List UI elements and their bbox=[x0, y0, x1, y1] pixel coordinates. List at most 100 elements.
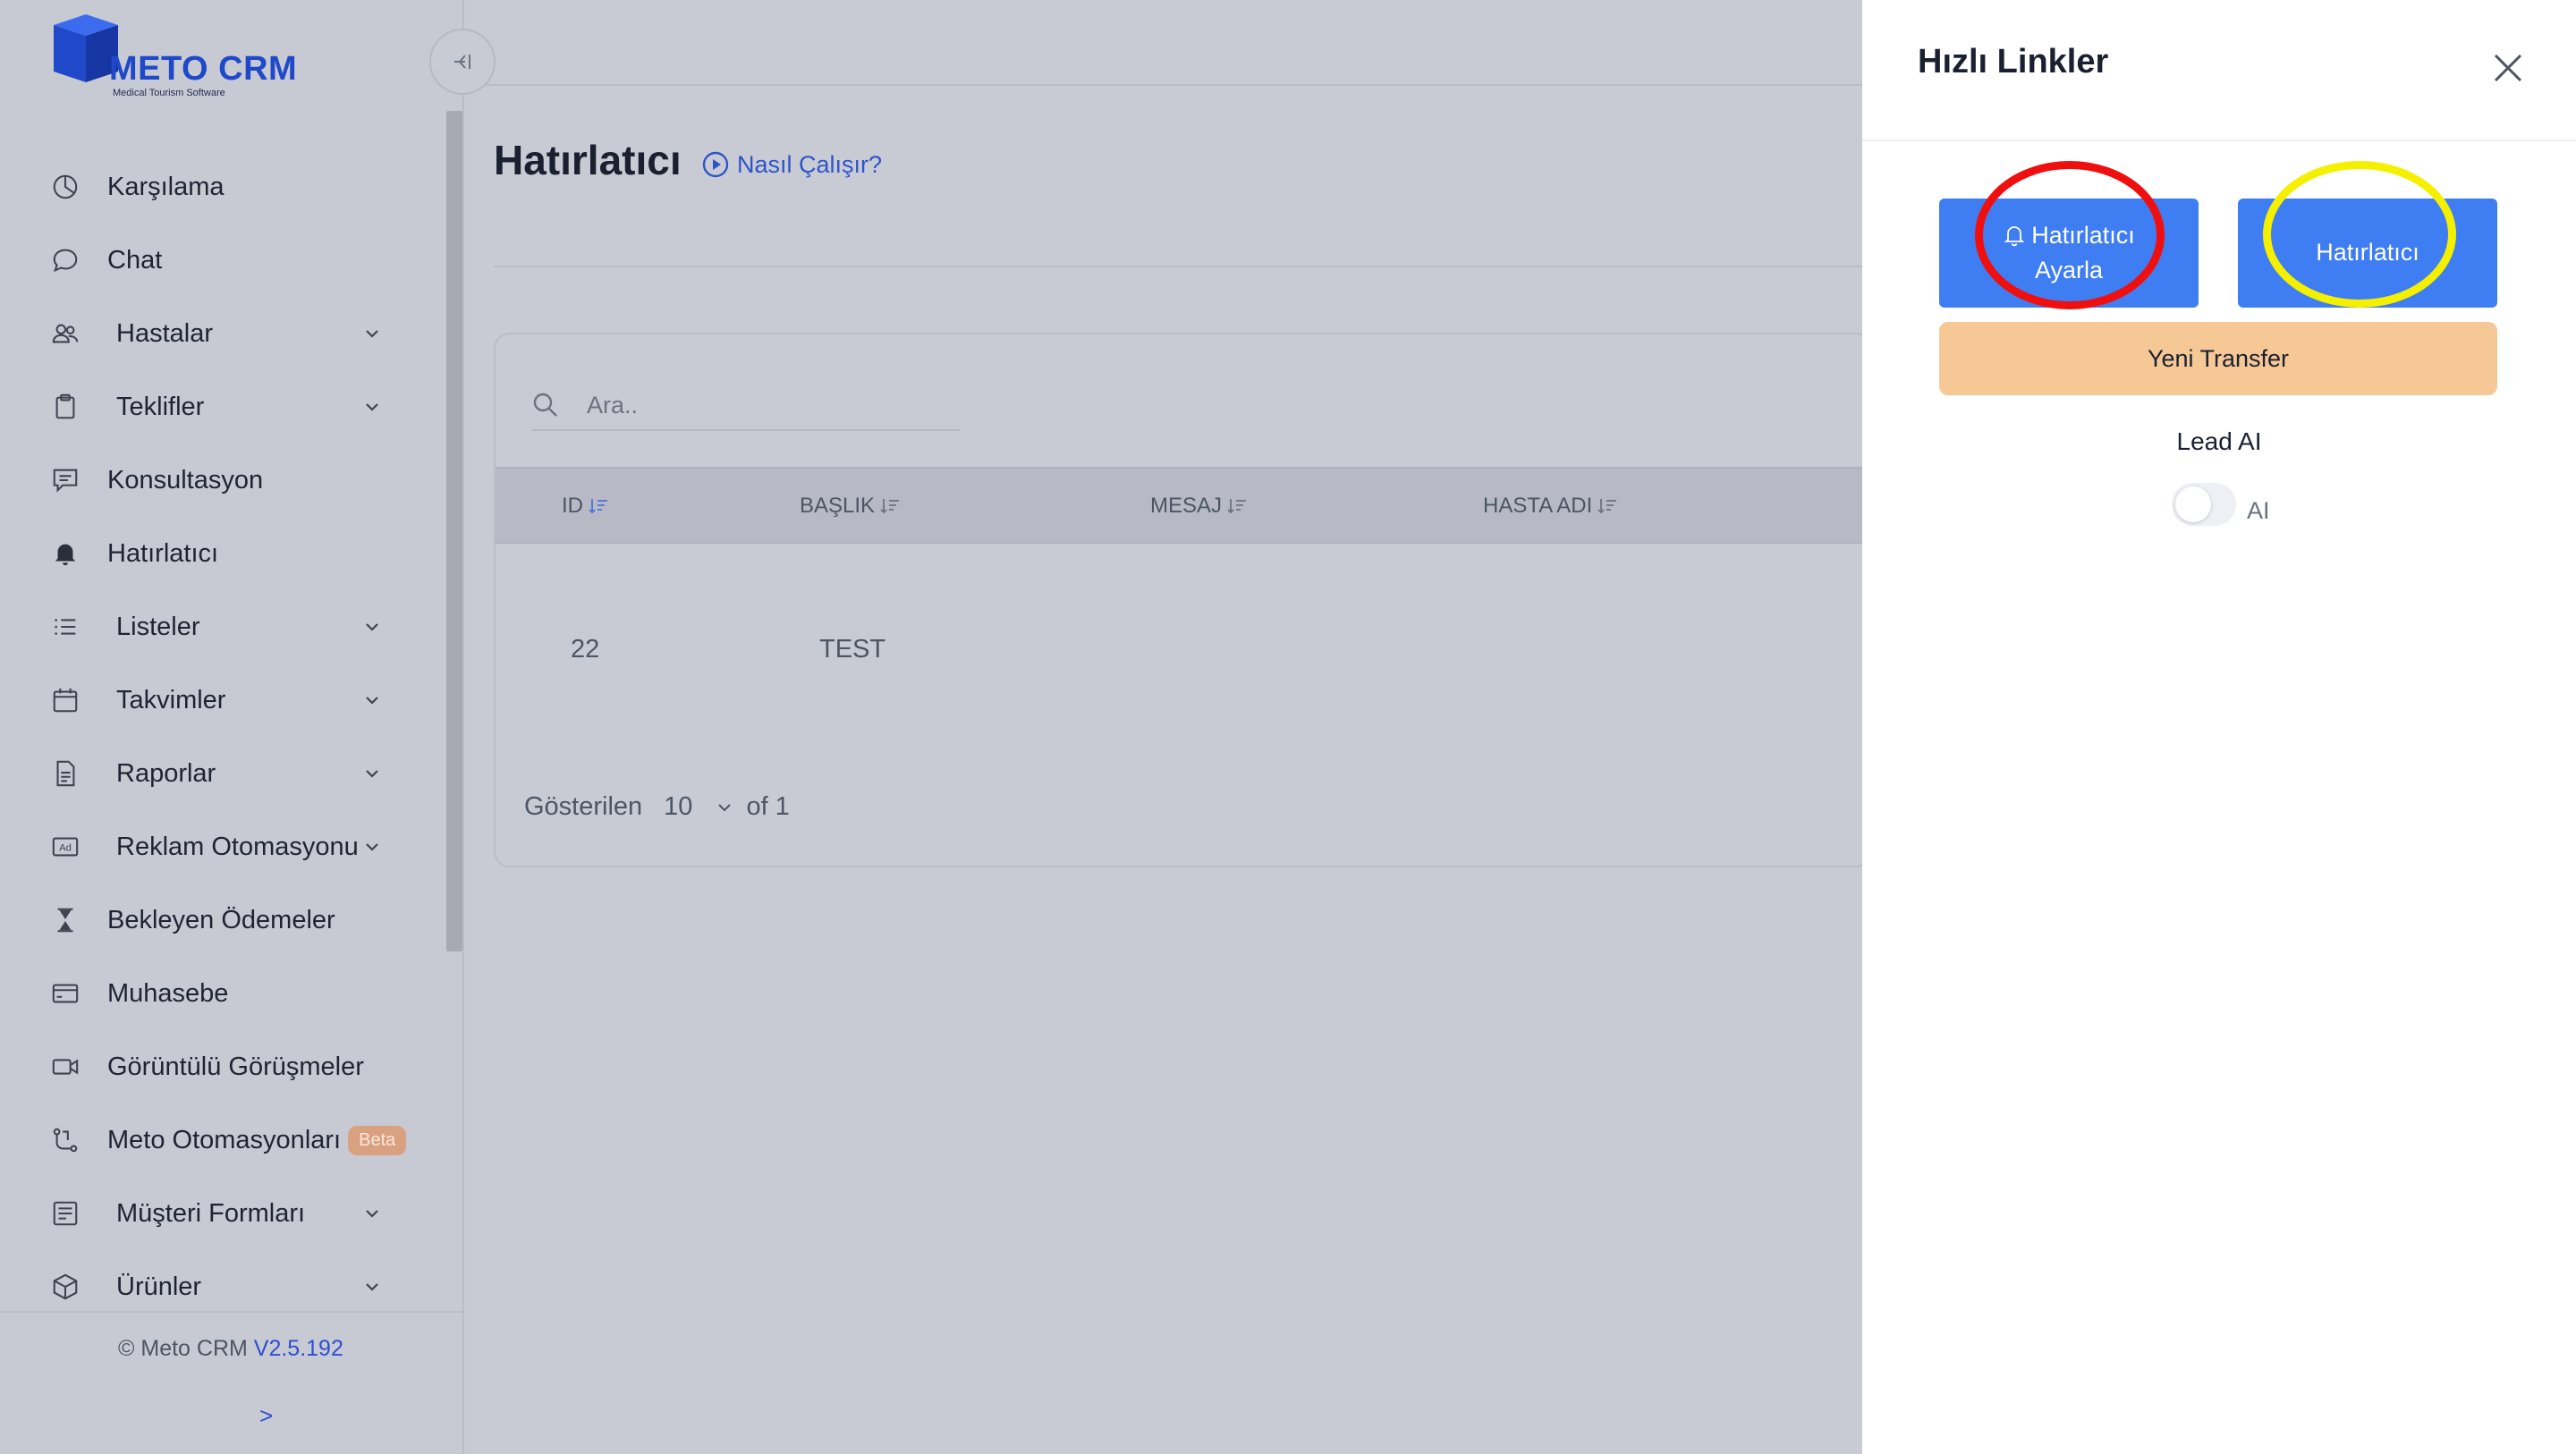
reminders-button-label: Hatırlatıcı bbox=[2316, 239, 2419, 266]
sidebar-item-calendar[interactable]: Takvimler bbox=[0, 664, 447, 737]
sidebar-item-list[interactable]: Listeler bbox=[0, 590, 447, 664]
sidebar-item-label: Hastalar bbox=[116, 318, 213, 348]
column-header-label: MESAJ bbox=[1150, 494, 1223, 518]
sort-icon bbox=[880, 499, 900, 514]
sidebar-item-document[interactable]: Raporlar bbox=[0, 737, 447, 810]
brand-name: METO CRM bbox=[109, 50, 298, 88]
column-header-patient-name[interactable]: HASTA ADI bbox=[1483, 494, 1617, 519]
chevron-down-icon[interactable] bbox=[360, 1201, 385, 1226]
sidebar-item-label: Takvimler bbox=[116, 685, 226, 714]
hourglass-icon bbox=[50, 905, 80, 935]
reminders-button[interactable]: Hatırlatıcı bbox=[2238, 199, 2497, 308]
how-it-works-link[interactable]: Nasıl Çalışır? bbox=[701, 150, 882, 179]
sidebar: METO CRM Medical Tourism Software Karşıl… bbox=[0, 0, 464, 1454]
sidebar-item-form[interactable]: Müşteri Formları bbox=[0, 1177, 447, 1250]
sidebar-item-label: Listeler bbox=[116, 612, 200, 641]
message-square-icon bbox=[50, 465, 80, 495]
toggle-knob bbox=[2175, 486, 2211, 522]
column-header-label: ID bbox=[562, 494, 583, 518]
chevron-down-icon[interactable] bbox=[360, 1274, 385, 1299]
search-bar bbox=[531, 381, 961, 431]
sidebar-item-flow[interactable]: Meto Otomasyonları Beta bbox=[0, 1103, 447, 1177]
sidebar-item-credit-card[interactable]: Muhasebe bbox=[0, 957, 447, 1030]
column-header-title[interactable]: BAŞLIK bbox=[800, 494, 900, 519]
sidebar-item-label: Müşteri Formları bbox=[116, 1198, 306, 1228]
calendar-icon bbox=[50, 685, 80, 715]
chevron-down-icon[interactable] bbox=[360, 834, 385, 859]
reminders-table-card: ID BAŞLIK MESAJ HASTA ADI 22 TEST Göster… bbox=[494, 333, 1871, 867]
sidebar-item-hourglass[interactable]: Bekleyen Ödemeler bbox=[0, 883, 447, 957]
set-reminder-label-1: Hatırlatıcı bbox=[2031, 221, 2135, 249]
ad-icon: Ad bbox=[50, 832, 80, 862]
sidebar-item-label: Ürünler bbox=[116, 1272, 202, 1301]
users-icon bbox=[50, 318, 80, 349]
list-icon bbox=[50, 612, 80, 642]
column-header-message[interactable]: MESAJ bbox=[1150, 494, 1247, 519]
cell-title: TEST bbox=[819, 635, 886, 664]
chevron-down-icon[interactable] bbox=[360, 614, 385, 639]
topbar-divider bbox=[464, 84, 1862, 86]
quick-links-title: Hızlı Linkler bbox=[1918, 43, 2109, 80]
sidebar-item-ad[interactable]: Ad Reklam Otomasyonu bbox=[0, 810, 447, 883]
brand-tagline: Medical Tourism Software bbox=[113, 88, 225, 98]
new-transfer-button[interactable]: Yeni Transfer bbox=[1939, 322, 2497, 395]
brand-logo[interactable]: METO CRM Medical Tourism Software bbox=[50, 13, 318, 102]
sidebar-item-users[interactable]: Hastalar bbox=[0, 297, 447, 370]
sort-icon bbox=[589, 499, 607, 514]
close-icon[interactable] bbox=[2488, 48, 2528, 88]
pagination: Gösterilen 10 of 1 bbox=[524, 792, 790, 822]
ai-toggle[interactable] bbox=[2172, 483, 2236, 526]
chevron-down-icon[interactable] bbox=[360, 688, 385, 713]
chat-bubble-icon bbox=[50, 245, 80, 275]
sort-icon bbox=[1597, 499, 1617, 514]
sidebar-item-chat-bubble[interactable]: Chat bbox=[0, 224, 447, 297]
sidebar-item-dashboard[interactable]: Karşılama bbox=[0, 150, 447, 224]
sidebar-item-label: Bekleyen Ödemeler bbox=[107, 905, 335, 934]
how-it-works-label: Nasıl Çalışır? bbox=[737, 150, 883, 178]
version-link[interactable]: V2.5.192 bbox=[254, 1336, 343, 1361]
collapse-left-icon bbox=[454, 55, 470, 69]
bell-icon bbox=[50, 538, 80, 569]
sidebar-item-label: Hatırlatıcı bbox=[107, 538, 219, 568]
sidebar-collapse-button[interactable] bbox=[429, 29, 496, 95]
set-reminder-label-2: Ayarla bbox=[2034, 257, 2104, 283]
sidebar-item-label: Teklifler bbox=[116, 392, 205, 421]
copyright-text: © Meto CRM bbox=[118, 1336, 248, 1361]
clipboard-icon bbox=[50, 392, 80, 422]
panel-divider bbox=[1862, 139, 2576, 141]
sidebar-item-video[interactable]: Görüntülü Görüşmeler bbox=[0, 1030, 447, 1103]
chevron-down-icon[interactable] bbox=[716, 799, 733, 816]
set-reminder-button[interactable]: Hatırlatıcı Ayarla bbox=[1939, 199, 2199, 308]
column-header-label: HASTA ADI bbox=[1483, 494, 1593, 518]
sidebar-item-label: Konsultasyon bbox=[107, 465, 264, 495]
sidebar-expand-button[interactable]: > bbox=[259, 1402, 273, 1430]
sidebar-item-label: Reklam Otomasyonu bbox=[116, 832, 359, 861]
ai-toggle-label: AI bbox=[2247, 497, 2270, 524]
search-input[interactable] bbox=[587, 391, 927, 419]
cell-id: 22 bbox=[571, 635, 600, 664]
sidebar-scrollbar[interactable] bbox=[446, 111, 462, 951]
play-circle-icon bbox=[702, 151, 729, 178]
sidebar-item-message-square[interactable]: Konsultasyon bbox=[0, 444, 447, 517]
chevron-down-icon[interactable] bbox=[360, 761, 385, 786]
search-icon bbox=[533, 393, 557, 417]
chevron-down-icon[interactable] bbox=[360, 321, 385, 346]
sidebar-item-label: Muhasebe bbox=[107, 978, 229, 1008]
column-header-label: BAŞLIK bbox=[800, 494, 876, 518]
chevron-down-icon[interactable] bbox=[360, 394, 385, 419]
bell-outline-icon bbox=[2004, 226, 2025, 247]
document-icon bbox=[50, 758, 80, 789]
page-size-select[interactable]: 10 bbox=[664, 792, 692, 822]
copyright: © Meto CRM V2.5.192 bbox=[118, 1336, 343, 1362]
sidebar-item-label: Raporlar bbox=[116, 758, 216, 788]
sidebar-item-clipboard[interactable]: Teklifler bbox=[0, 370, 447, 444]
flow-icon bbox=[50, 1125, 80, 1155]
sidebar-nav: Karşılama Chat Hastalar Teklifler Konsultasy… bbox=[0, 150, 447, 1323]
sidebar-item-label: Görüntülü Görüşmeler bbox=[107, 1052, 364, 1081]
sidebar-item-label: Meto Otomasyonları bbox=[107, 1125, 342, 1154]
column-header-id[interactable]: ID bbox=[562, 494, 608, 519]
pagination-shown-label: Gösterilen bbox=[524, 792, 643, 821]
sidebar-footer: © Meto CRM V2.5.192 > bbox=[0, 1311, 462, 1454]
title-divider bbox=[494, 266, 1862, 267]
sidebar-item-bell[interactable]: Hatırlatıcı bbox=[0, 517, 447, 590]
